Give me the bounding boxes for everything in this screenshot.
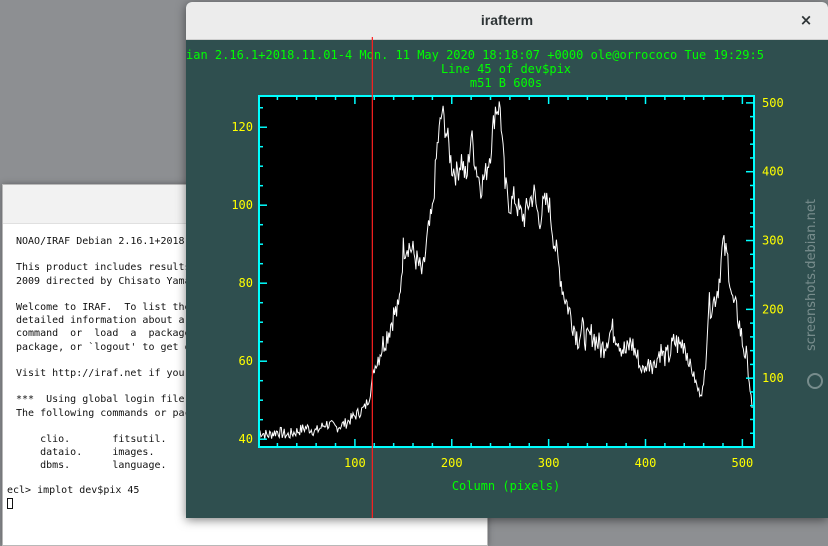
plot-subtitle: m51 B 600s (470, 76, 542, 90)
y2-tick-label: 100 (762, 371, 784, 385)
y-tick-label: 120 (231, 120, 253, 134)
y-tick-label: 40 (239, 432, 253, 446)
xterm-output: NOAO/IRAF Debian 2.16.1+2018. This produ… (16, 236, 197, 472)
camera-icon (807, 373, 823, 389)
window-titlebar[interactable]: irafterm × (186, 2, 828, 40)
y2-tick-label: 300 (762, 234, 784, 248)
plot-canvas[interactable]: ian 2.16.1+2018.11.01-4 Mon. 11 May 2020… (186, 39, 828, 518)
x-tick-label: 500 (732, 456, 754, 470)
plot-title: Line 45 of dev$pix (441, 62, 571, 76)
x-tick-label: 200 (441, 456, 463, 470)
watermark-text: screenshots.debian.net (804, 199, 819, 351)
window-title: irafterm (480, 12, 534, 28)
y-tick-label: 100 (231, 198, 253, 212)
xterm-prompt[interactable]: ecl> implot dev$pix 45 (7, 485, 139, 496)
x-tick-label: 300 (538, 456, 560, 470)
y2-tick-label: 500 (762, 96, 784, 110)
y-tick-label: 60 (239, 354, 253, 368)
text-cursor (7, 498, 13, 509)
irafterm-window[interactable]: irafterm × ian 2.16.1+2018.11.01-4 Mon. … (186, 2, 828, 518)
close-icon[interactable]: × (794, 8, 818, 32)
plot-area[interactable] (259, 96, 754, 447)
y-tick-label: 80 (239, 276, 253, 290)
y2-tick-label: 200 (762, 302, 784, 316)
watermark: screenshots.debian.net (804, 199, 823, 389)
x-axis-label: Column (pixels) (452, 479, 560, 493)
x-tick-label: 100 (344, 456, 366, 470)
plot-header-line: ian 2.16.1+2018.11.01-4 Mon. 11 May 2020… (186, 48, 764, 62)
y2-tick-label: 400 (762, 165, 784, 179)
x-tick-label: 400 (635, 456, 657, 470)
